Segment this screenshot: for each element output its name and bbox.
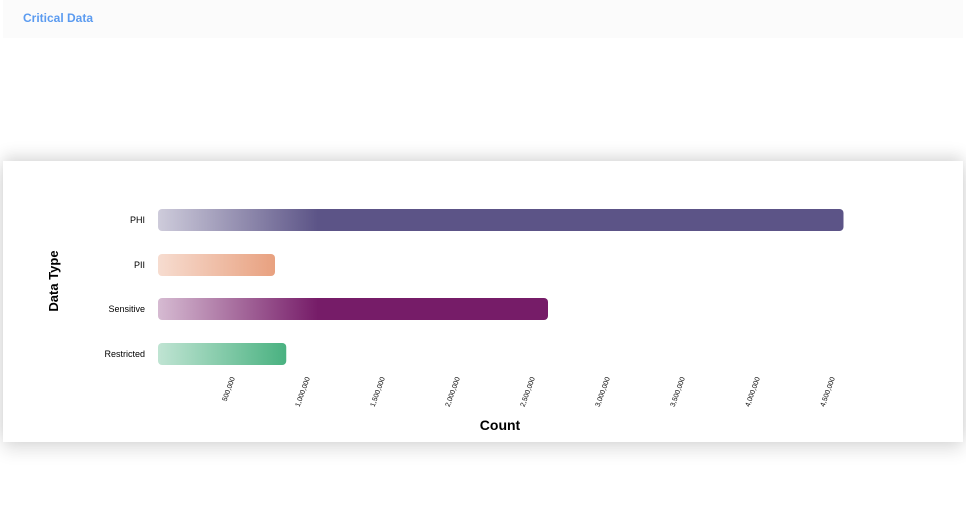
x-tick-label: 4,000,000 — [745, 376, 762, 408]
x-tick-label: 4,500,000 — [820, 376, 837, 408]
bar-chart: Data Type Count PHI PII Sensitive Restricte… — [46, 209, 844, 433]
bar-phi[interactable] — [158, 209, 844, 231]
y-axis-label: Data Type — [46, 250, 61, 311]
x-axis-label: Count — [480, 417, 521, 433]
y-tick-label: Sensitive — [108, 304, 145, 314]
bar-restricted[interactable] — [158, 343, 287, 365]
x-tick-label: 3,000,000 — [595, 376, 612, 408]
x-tick-label: 2,000,000 — [445, 376, 462, 408]
y-tick-label: Restricted — [104, 349, 145, 359]
y-tick-label: PII — [134, 260, 145, 270]
x-tick-label: 3,500,000 — [670, 376, 687, 408]
x-tick-label: 1,000,000 — [295, 376, 312, 408]
bar-sensitive[interactable] — [158, 298, 548, 320]
y-tick-label: PHI — [130, 215, 145, 225]
x-tick-label: 500,000 — [222, 376, 237, 402]
bar-pii[interactable] — [158, 254, 275, 276]
x-tick-label: 1,500,000 — [370, 376, 387, 408]
x-tick-label: 2,500,000 — [520, 376, 537, 408]
